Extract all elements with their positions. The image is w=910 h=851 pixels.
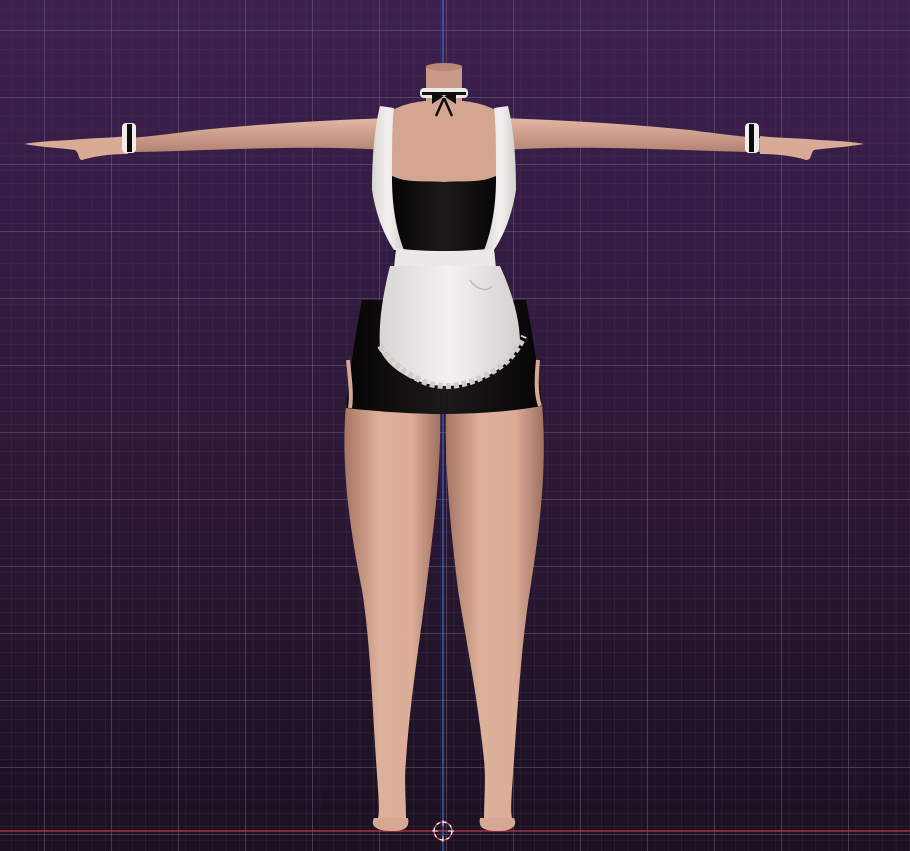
viewport-canvas[interactable]	[0, 0, 910, 851]
torso	[382, 100, 506, 190]
left-wrist-cuff	[122, 123, 136, 153]
right-wrist-cuff	[745, 123, 759, 153]
dress-bodice	[389, 176, 499, 256]
3d-viewport[interactable]	[0, 0, 910, 851]
neck-cap	[426, 63, 462, 71]
